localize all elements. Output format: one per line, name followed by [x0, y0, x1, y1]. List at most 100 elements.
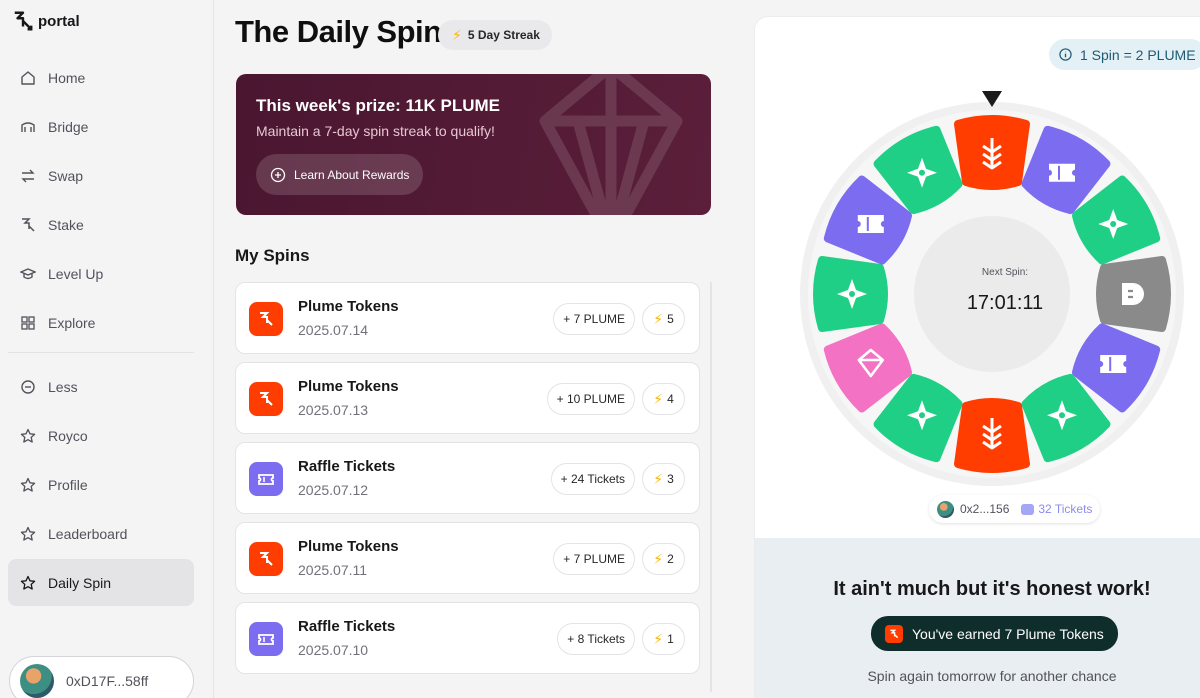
lightning-icon: ⚡	[653, 550, 664, 567]
reward-amount: + 8 Tickets	[557, 623, 635, 655]
streak-count: 5	[667, 312, 674, 326]
sidebar-item-bridge[interactable]: Bridge	[8, 103, 194, 150]
prize-title: This week's prize: 11K PLUME	[256, 96, 501, 115]
result-subtitle: Spin again tomorrow for another chance	[867, 668, 1117, 684]
spin-panel: 1 Spin = 2 PLUME Next Spin: 17:01:11 0x2…	[754, 16, 1200, 698]
ticket-icon	[857, 215, 884, 233]
reward-amount: + 7 PLUME	[553, 543, 635, 575]
learn-rewards-label: Learn About Rewards	[294, 167, 410, 182]
sidebar-item-label: Bridge	[48, 118, 89, 135]
lightning-icon: ⚡	[653, 390, 664, 407]
sidebar-item-label: Stake	[48, 216, 84, 233]
sidebar-item-label: Explore	[48, 314, 96, 331]
sidebar-item-label: Home	[48, 69, 86, 86]
star-icon	[20, 575, 36, 590]
spin-date: 2025.07.13	[298, 402, 369, 418]
spins-list: Plume Tokens 2025.07.14 + 7 PLUME ⚡ 5 Plu…	[235, 282, 700, 682]
home-icon	[21, 70, 35, 85]
plume-token-icon	[249, 302, 283, 336]
brand-name: portal	[38, 12, 80, 30]
ticket-icon	[249, 622, 283, 656]
spin-name: Plume Tokens	[298, 378, 399, 395]
sidebar-item-profile[interactable]: Profile	[8, 461, 194, 508]
sidebar-item-label: Leaderboard	[48, 525, 128, 542]
page-title: The Daily Spin	[235, 14, 442, 49]
lightning-icon: ⚡	[653, 470, 664, 487]
sidebar-item-swap[interactable]: Swap	[8, 152, 194, 199]
learn-rewards-button[interactable]: Learn About Rewards	[256, 154, 424, 195]
my-spins-title: My Spins	[235, 246, 310, 265]
grid-icon	[21, 315, 35, 330]
gray-icon	[1122, 283, 1144, 305]
lightning-icon: ⚡	[653, 630, 664, 647]
wheel-segment-star	[813, 256, 888, 332]
stake-icon	[22, 217, 35, 232]
list-item[interactable]: Plume Tokens 2025.07.11 + 7 PLUME ⚡ 2	[235, 522, 700, 594]
streak-chip: ⚡ 4	[642, 383, 685, 415]
tickets-count: 32 Tickets	[1038, 502, 1093, 516]
sidebar-item-leaderboard[interactable]: Leaderboard	[8, 510, 194, 557]
spin-name: Raffle Tickets	[298, 458, 396, 475]
spin-date: 2025.07.11	[298, 562, 368, 578]
prize-subtitle: Maintain a 7-day spin streak to qualify!	[256, 123, 495, 139]
sidebar-item-label: Less	[48, 378, 78, 395]
reward-amount: + 24 Tickets	[550, 463, 635, 495]
ticket-icon	[1100, 355, 1127, 373]
list-item[interactable]: Raffle Tickets 2025.07.12 + 24 Tickets ⚡…	[235, 442, 700, 514]
streak-count: 1	[667, 632, 674, 646]
sidebar-item-royco[interactable]: Royco	[8, 412, 194, 459]
sidebar: portal Home Bridge Swap Stake Level Up E…	[0, 0, 214, 698]
minus-circle-icon	[21, 379, 35, 394]
spin-result: It ain't much but it's honest work! You'…	[755, 538, 1200, 698]
result-title: It ain't much but it's honest work!	[833, 578, 1151, 600]
list-item[interactable]: Raffle Tickets 2025.07.10 + 8 Tickets ⚡ 1	[235, 602, 700, 674]
spin-name: Plume Tokens	[298, 538, 399, 555]
sidebar-item-daily-spin[interactable]: Daily Spin	[8, 559, 194, 606]
sidebar-item-label: Swap	[48, 167, 84, 184]
tickets-badge: 32 Tickets	[1021, 502, 1092, 516]
spin-name: Raffle Tickets	[298, 618, 396, 635]
streak-chip: ⚡ 5	[642, 303, 685, 335]
sidebar-item-label: Level Up	[48, 265, 104, 282]
spin-name: Plume Tokens	[298, 298, 399, 315]
sidebar-item-label: Daily Spin	[48, 574, 112, 591]
graduation-cap-icon	[20, 267, 36, 279]
earned-badge: You've earned 7 Plume Tokens	[871, 616, 1118, 651]
sidebar-item-home[interactable]: Home	[8, 54, 194, 101]
ticket-icon	[1049, 163, 1075, 182]
reward-amount: + 7 PLUME	[553, 303, 635, 335]
streak-count: 3	[667, 472, 674, 486]
plume-logo-icon	[14, 11, 33, 31]
brand-logo[interactable]: portal	[12, 10, 80, 32]
reward-amount: + 10 PLUME	[546, 383, 635, 415]
wheel-segment-plume	[954, 115, 1030, 190]
sidebar-item-level-up[interactable]: Level Up	[8, 250, 194, 297]
list-item[interactable]: Plume Tokens 2025.07.13 + 10 PLUME ⚡ 4	[235, 362, 700, 434]
star-icon	[20, 428, 36, 443]
sidebar-item-stake[interactable]: Stake	[8, 201, 194, 248]
wallet-button[interactable]: 0xD17F...58ff	[9, 656, 194, 698]
wallet-short: 0x2...156	[960, 502, 1010, 516]
sidebar-nav: Home Bridge Swap Stake Level Up Explore …	[8, 54, 194, 608]
streak-label: 5 Day Streak	[467, 28, 540, 42]
streak-chip: ⚡ 3	[642, 463, 685, 495]
sidebar-item-label: Royco	[48, 427, 88, 444]
sidebar-item-less[interactable]: Less	[8, 363, 194, 410]
wallet-address: 0xD17F...58ff	[66, 673, 149, 689]
prize-banner: This week's prize: 11K PLUME Maintain a …	[236, 74, 711, 215]
list-item[interactable]: Plume Tokens 2025.07.14 + 7 PLUME ⚡ 5	[235, 282, 700, 354]
next-spin-countdown: 17:01:11	[966, 292, 1044, 314]
gem-decoration-icon	[539, 74, 683, 215]
next-spin-label: Next Spin:	[981, 267, 1029, 278]
sidebar-item-explore[interactable]: Explore	[8, 299, 194, 346]
scrollbar[interactable]	[710, 282, 712, 692]
streak-badge: ⚡ 5 Day Streak	[438, 20, 552, 50]
streak-chip: ⚡ 2	[642, 543, 685, 575]
spin-date: 2025.07.14	[298, 322, 369, 338]
main-content: The Daily Spin ⚡ 5 Day Streak This week'…	[214, 0, 754, 698]
plume-token-icon	[249, 542, 283, 576]
streak-count: 2	[667, 552, 674, 566]
wallet-chip: 0x2...156 32 Tickets	[929, 495, 1101, 523]
star-icon	[20, 526, 36, 541]
ticket-icon	[249, 462, 283, 496]
